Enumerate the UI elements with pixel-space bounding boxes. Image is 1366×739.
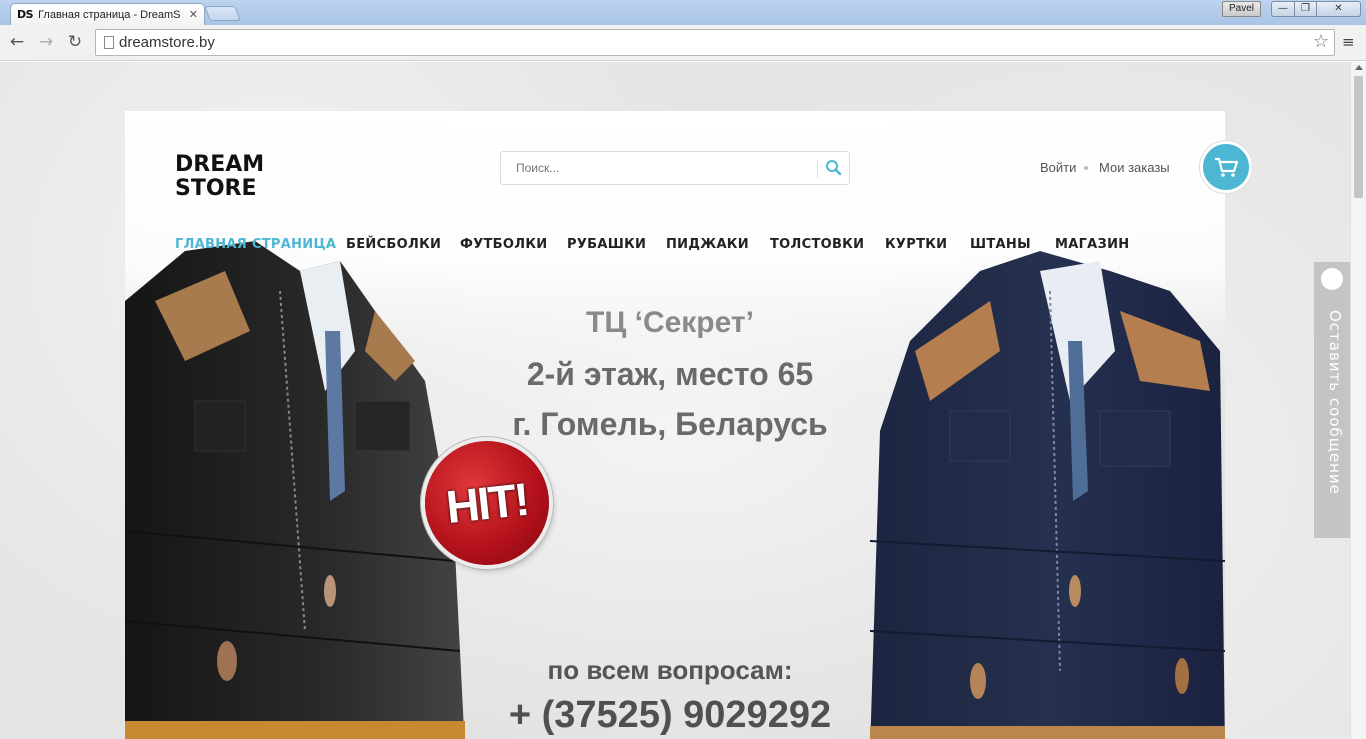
maximize-button[interactable]: ❐ (1295, 1, 1317, 17)
nav-item-caps[interactable]: БЕЙСБОЛКИ (346, 237, 441, 252)
jacket-image-right (870, 251, 1225, 739)
feedback-label: Оставить сообщение (1326, 310, 1344, 495)
page-icon (104, 36, 114, 49)
nav-item-tshirts[interactable]: ФУТБОЛКИ (460, 237, 547, 252)
browser-tab[interactable]: DS Главная страница - DreamS ✕ (10, 3, 205, 25)
jacket-image-left (125, 241, 465, 739)
nav-item-jackets[interactable]: КУРТКИ (885, 237, 947, 252)
scroll-thumb[interactable] (1354, 76, 1363, 198)
site-container: DREAM STORE Войти Мои заказы ГЛАВНАЯ СТР… (125, 111, 1225, 739)
reload-icon[interactable]: ↻ (65, 32, 85, 52)
bookmark-star-icon[interactable]: ☆ (1313, 31, 1329, 52)
new-tab-button[interactable] (204, 6, 241, 21)
search-icon (826, 160, 842, 176)
chat-bubble-icon (1321, 268, 1343, 290)
page-scrollbar[interactable] (1350, 62, 1366, 739)
promo-mall-name: ТЦ ‘Секрет’ (586, 306, 754, 339)
cart-icon (1215, 157, 1239, 177)
promo-phone: + (37525) 9029292 (508, 694, 832, 736)
logo-line-2: STORE (175, 176, 257, 201)
search-input[interactable] (502, 153, 815, 183)
nav-item-hoodies[interactable]: ТОЛСТОВКИ (770, 237, 864, 252)
site-logo[interactable]: DREAM STORE (175, 153, 264, 201)
forward-arrow-icon[interactable]: → (36, 32, 56, 52)
nav-item-home[interactable]: ГЛАВНАЯ СТРАНИЦА (175, 237, 336, 252)
tab-close-icon[interactable]: ✕ (189, 8, 198, 21)
promo-contact-label: по всем вопросам: (547, 655, 793, 685)
address-bar[interactable]: dreamstore.by ☆ (95, 29, 1335, 56)
nav-item-shirts[interactable]: РУБАШКИ (567, 237, 646, 252)
minimize-button[interactable]: — (1271, 1, 1295, 17)
search-divider (817, 160, 818, 178)
tab-title: Главная страница - DreamS (38, 8, 181, 21)
close-window-button[interactable]: ✕ (1317, 1, 1361, 17)
cart-button[interactable] (1200, 141, 1252, 193)
search-button[interactable] (819, 153, 849, 183)
my-orders-link[interactable]: Мои заказы (1099, 160, 1170, 175)
login-link[interactable]: Войти (1040, 160, 1076, 175)
promo-floor: 2-й этаж, место 65 (526, 356, 814, 392)
search-box (500, 151, 850, 185)
nav-item-store[interactable]: МАГАЗИН (1055, 237, 1129, 252)
feedback-tab[interactable]: Оставить сообщение (1314, 262, 1350, 538)
back-arrow-icon[interactable]: ← (7, 32, 27, 52)
nav-item-blazers[interactable]: ПИДЖАКИ (666, 237, 749, 252)
browser-toolbar: ← → ↻ dreamstore.by ☆ ≡ (0, 25, 1366, 61)
logo-line-1: DREAM (175, 152, 265, 177)
nav-item-pants[interactable]: ШТАНЫ (970, 237, 1031, 252)
url-text[interactable]: dreamstore.by (119, 34, 215, 51)
profile-button[interactable]: Pavel (1222, 1, 1262, 17)
promo-city: г. Гомель, Беларусь (512, 406, 828, 442)
header-separator-dot (1084, 166, 1088, 170)
browser-titlebar: DS Главная страница - DreamS ✕ Pavel — ❐… (0, 0, 1366, 25)
tab-favicon: DS (17, 8, 34, 21)
scroll-up-arrow-icon[interactable] (1355, 65, 1363, 70)
browser-menu-icon[interactable]: ≡ (1342, 33, 1355, 51)
